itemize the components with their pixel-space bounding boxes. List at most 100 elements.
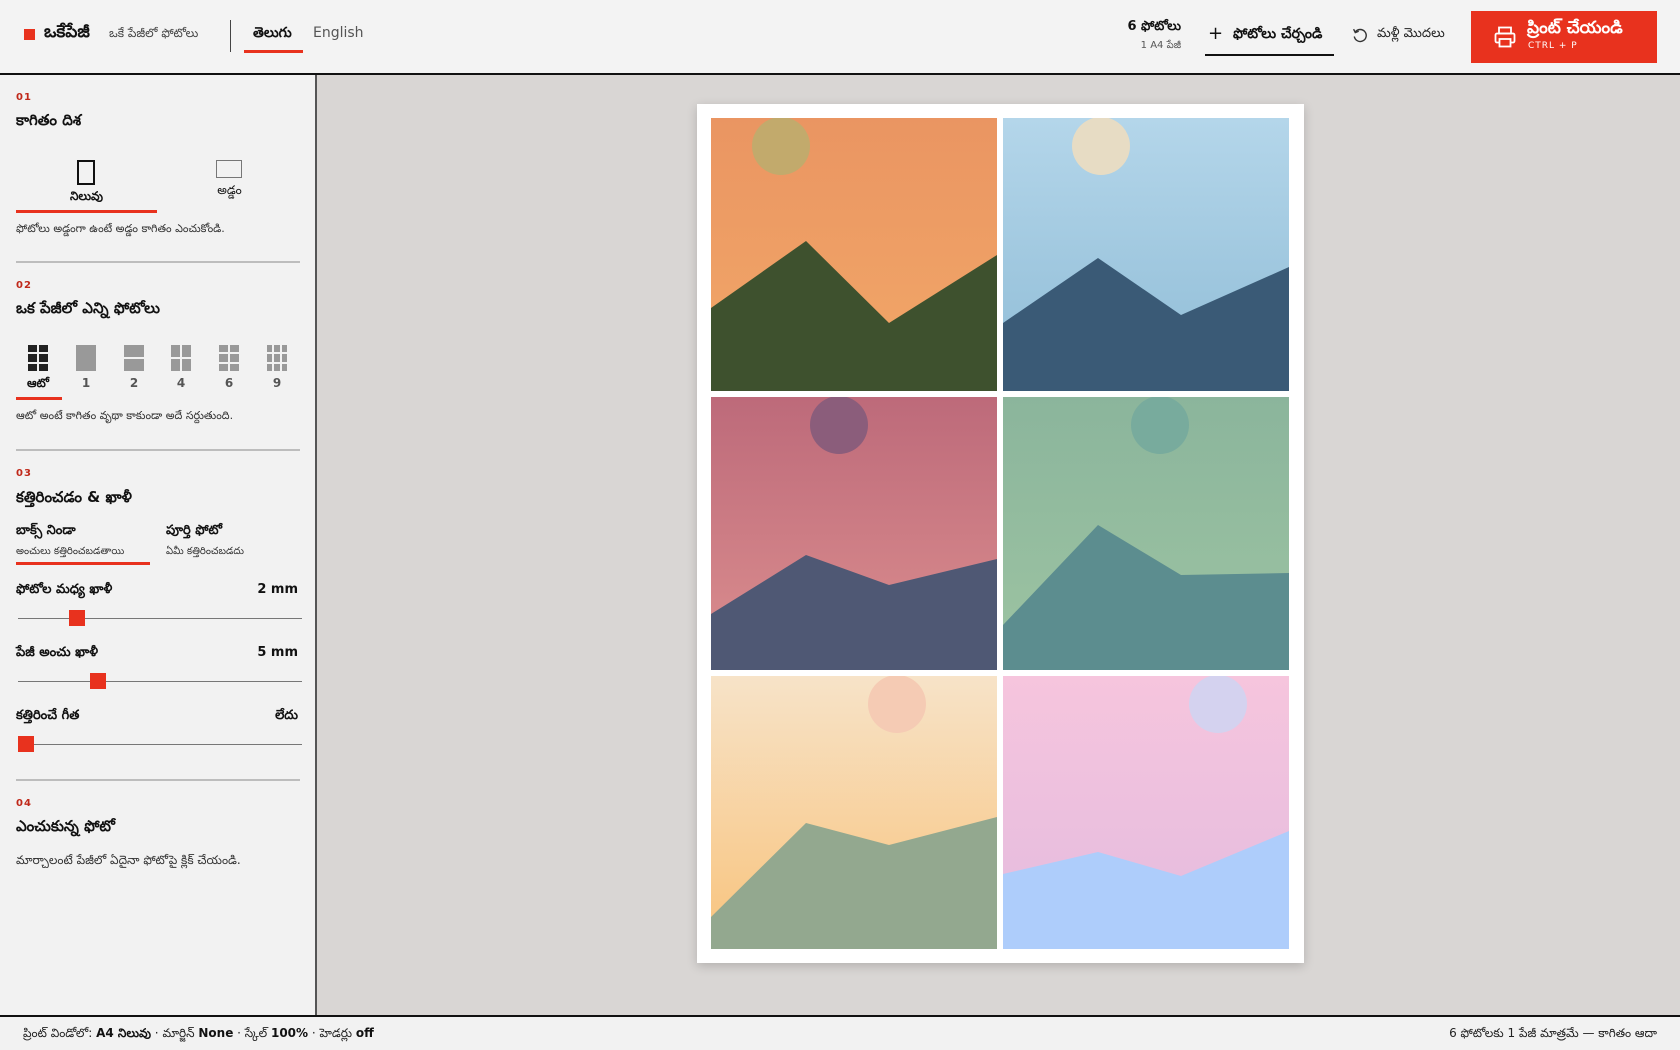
- orientation-hint: ఫోటోలు అడ్డంగా ఉంటే అడ్డం కాగితం ఎంచుకోం…: [16, 222, 225, 235]
- add-photos-button[interactable]: + ఫోటోలు చేర్చండి: [1205, 20, 1334, 56]
- cutline-slider-track[interactable]: [18, 744, 302, 745]
- photo-sun: [868, 676, 926, 733]
- status-paper: A4 నిలువు: [96, 1026, 151, 1040]
- per-page-label-2: 2: [129, 376, 139, 390]
- margin-slider-label: పేజీ అంచు ఖాళీ: [16, 645, 99, 660]
- per-page-hint: ఆటో అంటే కాగితం వృథా కాకుండా అదే సర్దుతు…: [16, 409, 234, 422]
- photo-tile[interactable]: [711, 397, 997, 670]
- section-divider: [16, 779, 300, 781]
- per-page-label-4: 4: [176, 376, 186, 390]
- brand-name: ఒకేపేజీ: [44, 22, 90, 42]
- landscape-photo: [711, 397, 997, 670]
- photo-count-summary: 6 ఫోటోలు 1 A4 పేజీ: [1127, 19, 1181, 53]
- print-button[interactable]: ప్రింట్ చేయండి CTRL + P: [1471, 11, 1657, 63]
- print-shortcut: CTRL + P: [1528, 41, 1578, 51]
- photo-tile[interactable]: [711, 118, 997, 391]
- section-number-orientation: 01: [16, 92, 32, 103]
- brand-tagline: ఒకే పేజీలో ఫోటోలు: [109, 26, 199, 40]
- section-title-selected-photo: ఎంచుకున్న ఫోటో: [16, 817, 115, 835]
- gap-slider-track[interactable]: [18, 618, 302, 619]
- section-number-fit: 03: [16, 468, 32, 479]
- photo-tile[interactable]: [711, 676, 997, 949]
- orientation-landscape-label: అడ్డం: [217, 183, 242, 197]
- photo-sun: [752, 118, 810, 175]
- section-divider: [16, 261, 300, 263]
- per-page-option-4[interactable]: 4: [157, 345, 205, 395]
- fit-whole-option[interactable]: పూర్తి ఫోటో ఏమీ కత్తిరించబడదు: [166, 523, 244, 559]
- per-page-option-1[interactable]: 1: [62, 345, 110, 395]
- cutline-slider-thumb[interactable]: [18, 736, 34, 752]
- photo-count: 6 ఫోటోలు: [1127, 19, 1181, 34]
- photo-tile[interactable]: [1003, 397, 1289, 670]
- page-count: 1 A4 పేజీ: [1140, 40, 1181, 51]
- orientation-portrait-option[interactable]: నిలువు: [16, 155, 157, 205]
- section-title-fit: కత్తిరించడం & ఖాళీ: [16, 488, 132, 506]
- per-page-label-1: 1: [81, 376, 91, 390]
- per-page-option-9[interactable]: 9: [253, 345, 301, 395]
- language-telugu[interactable]: తెలుగు: [253, 25, 292, 44]
- fit-whole-label: పూర్తి ఫోటో: [166, 523, 222, 538]
- reset-button[interactable]: మళ్లీ మొదలు: [1350, 20, 1460, 50]
- gap-slider-label: ఫోటోల మధ్య ఖాళీ: [16, 582, 113, 597]
- print-label: ప్రింట్ చేయండి: [1527, 18, 1623, 38]
- language-active-indicator: [244, 50, 303, 53]
- orientation-selected-indicator: [16, 210, 157, 213]
- landscape-page-icon: [216, 160, 242, 178]
- photo-tile[interactable]: [1003, 118, 1289, 391]
- landscape-photo: [1003, 118, 1289, 391]
- section-title-per-page: ఒక పేజీలో ఎన్ని ఫోటోలు: [16, 299, 160, 317]
- margin-slider-track[interactable]: [18, 681, 302, 682]
- fit-fill-sub: అంచులు కత్తిరించబడతాయి: [16, 546, 125, 557]
- landscape-photo: [1003, 676, 1289, 949]
- preview-canvas: [318, 75, 1680, 1015]
- per-page-label-auto: ఆటో: [26, 376, 50, 390]
- printer-icon: [1494, 26, 1516, 48]
- section-number-per-page: 02: [16, 280, 32, 291]
- orientation-landscape-option[interactable]: అడ్డం: [159, 155, 300, 205]
- landscape-photo: [711, 676, 997, 949]
- photo-tile[interactable]: [1003, 676, 1289, 949]
- add-photos-label: ఫోటోలు చేర్చండి: [1233, 26, 1323, 42]
- status-scale-label: స్కేల్: [244, 1026, 268, 1040]
- six-grid-icon: [219, 345, 239, 371]
- section-divider: [16, 449, 300, 451]
- nine-grid-icon: [267, 345, 287, 371]
- language-english[interactable]: English: [313, 25, 364, 41]
- reset-label: మళ్లీ మొదలు: [1377, 26, 1445, 41]
- section-number-selected-photo: 04: [16, 798, 32, 809]
- plus-icon: +: [1208, 23, 1224, 44]
- header-divider: [230, 20, 231, 52]
- photo-sun: [1131, 397, 1189, 454]
- per-page-option-auto[interactable]: ఆటో: [14, 345, 62, 395]
- per-page-selected-indicator: [16, 397, 62, 400]
- status-scale: 100%: [270, 1026, 309, 1040]
- gap-slider-value: 2 mm: [257, 582, 298, 597]
- settings-sidebar: 01 కాగితం దిశ నిలువు అడ్డం ఫోటోలు అడ్డంగ…: [0, 75, 317, 1015]
- per-page-option-2[interactable]: 2: [110, 345, 158, 395]
- status-margin: None: [198, 1026, 234, 1040]
- margin-slider-thumb[interactable]: [90, 673, 107, 689]
- reset-icon: [1352, 28, 1367, 43]
- status-headers: off: [355, 1026, 374, 1040]
- per-page-label-9: 9: [272, 376, 282, 390]
- photo-sun: [1189, 676, 1247, 733]
- orientation-portrait-label: నిలువు: [69, 189, 104, 203]
- auto-grid-icon: [28, 345, 48, 371]
- gap-slider-thumb[interactable]: [68, 610, 85, 626]
- landscape-photo: [711, 118, 997, 391]
- status-bar: ప్రింట్ విండోలో: A4 నిలువు · మార్జిన్ No…: [0, 1015, 1680, 1050]
- per-page-option-6[interactable]: 6: [205, 345, 253, 395]
- one-grid-icon: [76, 345, 96, 371]
- print-settings-summary: ప్రింట్ విండోలో: A4 నిలువు · మార్జిన్ No…: [23, 1026, 374, 1040]
- margin-slider-value: 5 mm: [257, 645, 298, 660]
- fit-whole-sub: ఏమీ కత్తిరించబడదు: [166, 546, 244, 557]
- a4-page-preview: [697, 104, 1304, 963]
- per-page-label-6: 6: [224, 376, 234, 390]
- photo-sun: [1072, 118, 1130, 175]
- fit-fill-option[interactable]: బాక్స్ నిండా అంచులు కత్తిరించబడతాయి: [16, 523, 124, 559]
- photo-sun: [810, 397, 868, 454]
- portrait-page-icon: [77, 160, 95, 185]
- four-grid-icon: [171, 345, 191, 371]
- section-title-orientation: కాగితం దిశ: [16, 111, 82, 129]
- cutline-slider-label: కత్తిరించే గీత: [16, 708, 80, 723]
